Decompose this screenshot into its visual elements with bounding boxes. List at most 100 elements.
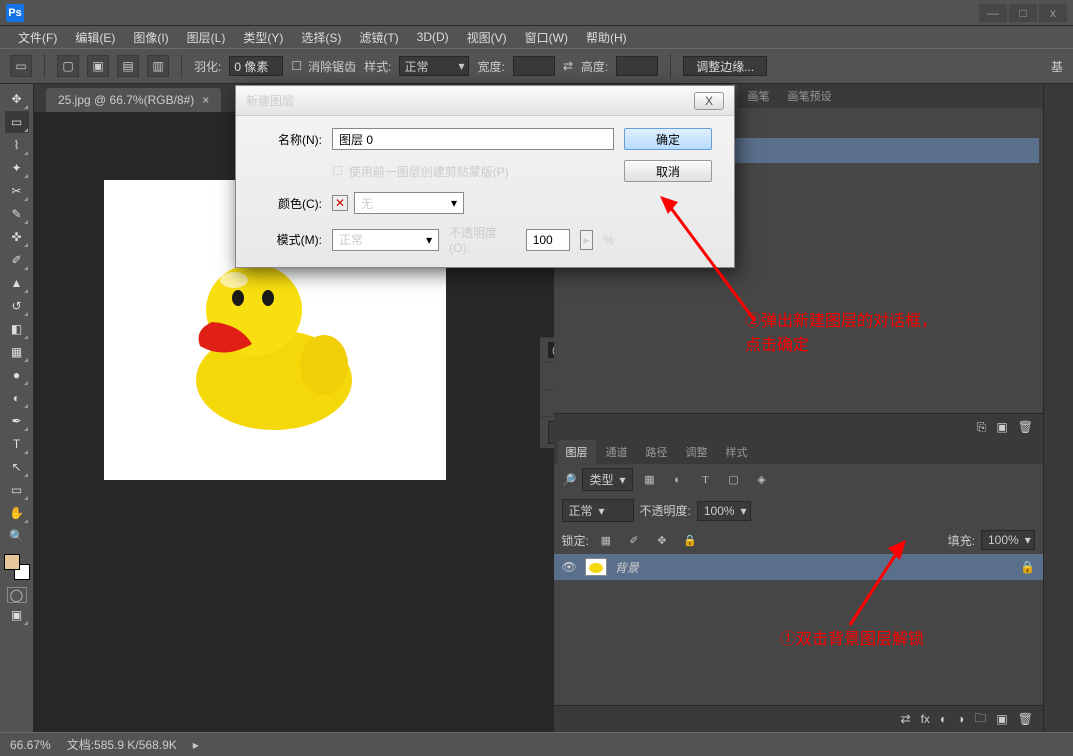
brush-tool[interactable]: ✐ xyxy=(5,249,29,271)
bold-icon[interactable]: T xyxy=(548,367,554,385)
tab-brush[interactable]: 画笔 xyxy=(740,84,778,108)
tab-channels[interactable]: 通道 xyxy=(598,440,636,464)
tool-preset-icon[interactable]: ▭ xyxy=(10,55,32,77)
collapsed-panel-strip[interactable] xyxy=(1043,84,1073,732)
menu-image[interactable]: 图像(I) xyxy=(125,27,176,48)
lock-position-icon[interactable]: ✥ xyxy=(651,531,673,549)
document-tab[interactable]: 25.jpg @ 66.7%(RGB/8#) × xyxy=(46,88,221,112)
lock-trans-icon[interactable]: ▦ xyxy=(595,531,617,549)
lig-icon[interactable]: fi xyxy=(548,394,554,412)
magic-wand-tool[interactable]: ✦ xyxy=(5,157,29,179)
filter-type-icon[interactable]: T xyxy=(695,471,717,489)
style-select[interactable]: 正常▾ xyxy=(399,56,469,76)
menu-layer[interactable]: 图层(L) xyxy=(179,27,234,48)
dodge-tool[interactable]: ◐ xyxy=(5,387,29,409)
crop-tool[interactable]: ✂ xyxy=(5,180,29,202)
tab-brush-presets[interactable]: 画笔预设 xyxy=(780,84,840,108)
eyedropper-tool[interactable]: ✎ xyxy=(5,203,29,225)
tab-paths[interactable]: 路径 xyxy=(638,440,676,464)
doc-size[interactable]: 文档:585.9 K/568.9K xyxy=(67,736,177,753)
menu-select[interactable]: 选择(S) xyxy=(293,27,349,48)
menu-filter[interactable]: 滤镜(T) xyxy=(351,27,406,48)
type-tool[interactable]: T xyxy=(5,433,29,455)
dialog-close-button[interactable]: X xyxy=(694,92,724,110)
subtract-selection-icon[interactable]: ▤ xyxy=(117,55,139,77)
menu-edit[interactable]: 编辑(E) xyxy=(67,27,123,48)
eraser-tool[interactable]: ◧ xyxy=(5,318,29,340)
color-select[interactable]: 无▾ xyxy=(354,192,464,214)
mask-icon[interactable]: ◐ xyxy=(940,712,947,726)
minimize-button[interactable]: — xyxy=(979,4,1007,22)
menu-help[interactable]: 帮助(H) xyxy=(578,27,635,48)
add-selection-icon[interactable]: ▣ xyxy=(87,55,109,77)
gradient-tool[interactable]: ▦ xyxy=(5,341,29,363)
opacity-flyout-icon[interactable]: ▸ xyxy=(580,230,594,250)
menu-file[interactable]: 文件(F) xyxy=(10,27,65,48)
color-swatch[interactable] xyxy=(4,554,30,580)
filter-smart-icon[interactable]: ◈ xyxy=(751,471,773,489)
opacity-input[interactable] xyxy=(526,229,570,251)
feather-input[interactable] xyxy=(229,56,283,76)
menu-type[interactable]: 类型(Y) xyxy=(235,27,291,48)
history-brush-tool[interactable]: ↺ xyxy=(5,295,29,317)
pen-tool[interactable]: ✒ xyxy=(5,410,29,432)
status-arrow-icon[interactable]: ▸ xyxy=(193,738,199,752)
filter-shape-icon[interactable]: ▢ xyxy=(723,471,745,489)
snapshot-icon[interactable]: ⎘ xyxy=(977,420,987,435)
height-input[interactable] xyxy=(616,56,658,76)
zoom-level[interactable]: 66.67% xyxy=(10,738,51,752)
quick-mask-toggle[interactable]: ◯ xyxy=(7,587,27,603)
tab-adjustments[interactable]: 调整 xyxy=(678,440,716,464)
tab-layers[interactable]: 图层 xyxy=(558,440,596,464)
lock-pixels-icon[interactable]: ✐ xyxy=(623,531,645,549)
dialog-title-bar[interactable]: 新建图层 X xyxy=(236,86,734,116)
ok-button[interactable]: 确定 xyxy=(624,128,712,150)
menu-view[interactable]: 视图(V) xyxy=(459,27,515,48)
close-button[interactable]: x xyxy=(1039,4,1067,22)
group-icon[interactable]: 🗀 xyxy=(974,709,986,730)
move-tool[interactable]: ✥ xyxy=(5,88,29,110)
lasso-tool[interactable]: ⌇ xyxy=(5,134,29,156)
width-input[interactable] xyxy=(513,56,555,76)
cancel-button[interactable]: 取消 xyxy=(624,160,712,182)
filter-adjust-icon[interactable]: ◐ xyxy=(667,471,689,489)
blur-tool[interactable]: ● xyxy=(5,364,29,386)
camera-icon[interactable]: ▣ xyxy=(996,420,1007,434)
healing-tool[interactable]: ✜ xyxy=(5,226,29,248)
trash-icon[interactable]: 🗑 xyxy=(1018,420,1033,434)
document-tab-close-icon[interactable]: × xyxy=(202,93,209,107)
refine-edge-button[interactable]: 调整边缘... xyxy=(683,56,767,76)
maximize-button[interactable]: □ xyxy=(1009,4,1037,22)
adjustment-icon[interactable]: ◑ xyxy=(957,712,964,726)
lang-select[interactable]: 美国英语▾ xyxy=(548,421,554,444)
fx-icon[interactable]: fx xyxy=(921,712,930,726)
layer-fill-input[interactable]: 100%▾ xyxy=(981,530,1035,550)
screen-mode-toggle[interactable]: ▣ xyxy=(5,604,29,626)
shape-tool[interactable]: ▭ xyxy=(5,479,29,501)
layer-background[interactable]: 👁 背景 🔒 xyxy=(554,554,1044,580)
tab-styles[interactable]: 样式 xyxy=(718,440,756,464)
visibility-icon[interactable]: 👁 xyxy=(562,560,577,574)
antialias-checkbox[interactable]: ☐消除锯齿 xyxy=(291,58,356,75)
menu-3d[interactable]: 3D(D) xyxy=(409,28,457,46)
layer-opacity-input[interactable]: 100%▾ xyxy=(697,501,751,521)
filter-kind-select[interactable]: 类型▾ xyxy=(582,468,632,491)
essentials-label[interactable]: 基 xyxy=(1051,58,1063,75)
delete-layer-icon[interactable]: 🗑 xyxy=(1018,712,1033,726)
zoom-tool[interactable]: 🔍 xyxy=(5,525,29,547)
mode-select[interactable]: 正常▾ xyxy=(332,229,439,251)
link-layers-icon[interactable]: ⇄ xyxy=(901,712,911,726)
hand-tool[interactable]: ✋ xyxy=(5,502,29,524)
stamp-tool[interactable]: ▲ xyxy=(5,272,29,294)
new-layer-icon[interactable]: ▣ xyxy=(996,712,1007,726)
marquee-tool[interactable]: ▭ xyxy=(5,111,29,133)
blend-mode-select[interactable]: 正常▾ xyxy=(562,499,634,522)
lock-all-icon[interactable]: 🔒 xyxy=(679,531,701,549)
swap-icon[interactable]: ⇄ xyxy=(563,59,573,73)
path-tool[interactable]: ↖ xyxy=(5,456,29,478)
name-input[interactable] xyxy=(332,128,614,150)
new-selection-icon[interactable]: ▢ xyxy=(57,55,79,77)
filter-pixel-icon[interactable]: ▦ xyxy=(639,471,661,489)
menu-window[interactable]: 窗口(W) xyxy=(517,27,576,48)
search-icon[interactable]: 🔎 xyxy=(562,473,577,487)
